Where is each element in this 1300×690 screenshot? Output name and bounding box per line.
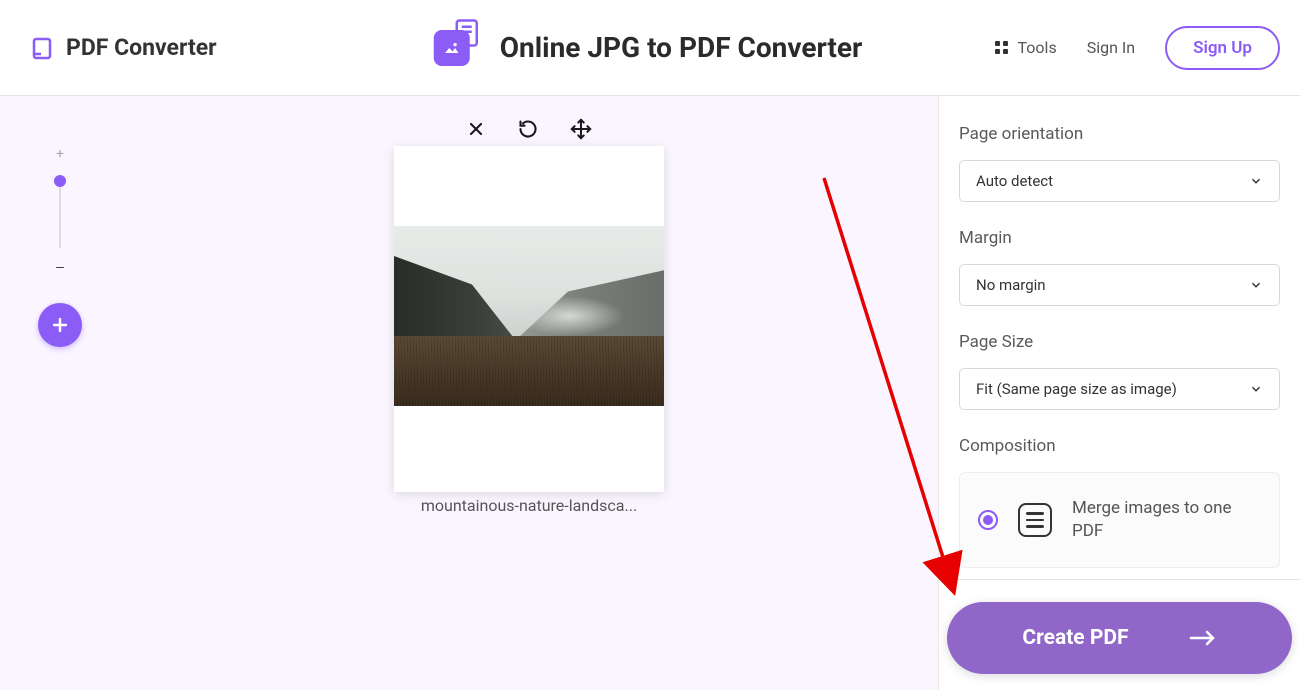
- plus-icon: [50, 315, 70, 335]
- merge-pages-icon: [1018, 503, 1052, 537]
- chevron-down-icon: [1249, 174, 1263, 188]
- page-title-wrap: Online JPG to PDF Converter: [438, 26, 863, 70]
- options-panel: Page orientation Auto detect Margin No m…: [938, 96, 1300, 690]
- preview-filename: mountainous-nature-landsca...: [421, 496, 637, 515]
- margin-value: No margin: [976, 276, 1046, 294]
- tools-menu[interactable]: Tools: [995, 38, 1057, 57]
- chevron-down-icon: [1249, 382, 1263, 396]
- tools-label: Tools: [1018, 38, 1057, 57]
- preview-image: [394, 226, 664, 406]
- orientation-label: Page orientation: [959, 124, 1280, 144]
- zoom-out-icon[interactable]: ‒: [56, 258, 64, 275]
- chevron-down-icon: [1249, 278, 1263, 292]
- move-icon: [570, 118, 592, 140]
- pagesize-select[interactable]: Fit (Same page size as image): [959, 368, 1280, 410]
- arrow-right-icon: [1189, 629, 1217, 647]
- rotate-button[interactable]: [518, 118, 538, 144]
- create-pdf-button[interactable]: Create PDF: [947, 602, 1292, 674]
- preview-canvas: mountainous-nature-landsca...: [120, 96, 938, 690]
- header-bar: PDF Converter Online JPG to PDF Converte…: [0, 0, 1300, 96]
- radio-selected-icon: [978, 510, 998, 530]
- orientation-select[interactable]: Auto detect: [959, 160, 1280, 202]
- margin-label: Margin: [959, 228, 1280, 248]
- move-button[interactable]: [570, 118, 592, 144]
- pagesize-label: Page Size: [959, 332, 1280, 352]
- close-icon: [466, 119, 486, 139]
- signup-button[interactable]: Sign Up: [1165, 26, 1280, 70]
- rotate-icon: [518, 119, 538, 139]
- zoom-slider[interactable]: [59, 178, 61, 248]
- nav-right: Tools Sign In Sign Up: [995, 26, 1280, 70]
- brand-icon: [30, 36, 54, 60]
- orientation-value: Auto detect: [976, 172, 1053, 190]
- image-icon: [434, 30, 470, 66]
- divider: [939, 579, 1300, 580]
- zoom-in-icon[interactable]: +: [56, 146, 64, 162]
- create-pdf-label: Create PDF: [1022, 626, 1128, 650]
- composition-label: Composition: [959, 436, 1280, 456]
- signin-link[interactable]: Sign In: [1087, 38, 1135, 57]
- composition-value: Merge images to one PDF: [1072, 497, 1261, 543]
- add-file-button[interactable]: [38, 303, 82, 347]
- page-title: Online JPG to PDF Converter: [500, 31, 863, 64]
- left-sidebar: + ‒: [0, 96, 120, 690]
- preview-toolbar: [466, 118, 592, 144]
- composition-option[interactable]: Merge images to one PDF: [959, 472, 1280, 568]
- remove-button[interactable]: [466, 118, 486, 144]
- margin-select[interactable]: No margin: [959, 264, 1280, 306]
- page-preview[interactable]: [394, 146, 664, 492]
- brand[interactable]: PDF Converter: [30, 34, 217, 61]
- grid-icon: [995, 41, 1008, 54]
- pagesize-value: Fit (Same page size as image): [976, 380, 1177, 398]
- brand-text: PDF Converter: [66, 34, 217, 61]
- zoom-thumb[interactable]: [54, 175, 66, 187]
